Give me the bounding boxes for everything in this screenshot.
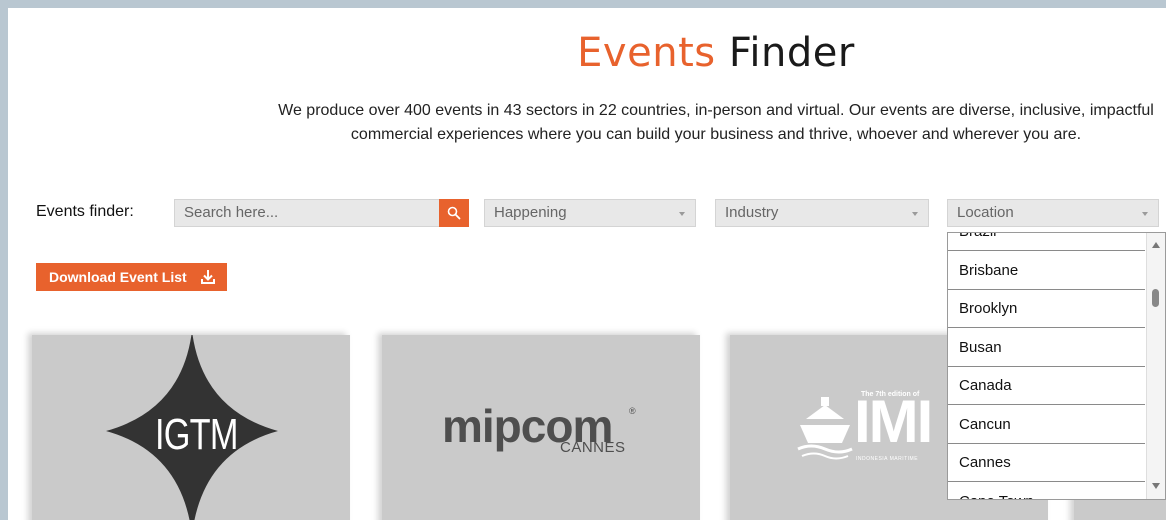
location-dropdown-list[interactable]: BrazilBrisbaneBrooklynBusanCanadaCancunC…: [947, 232, 1166, 500]
imi-logo-subtitle: INDONESIA MARITIME: [856, 456, 919, 462]
events-finder-label: Events finder:: [36, 203, 134, 220]
location-select-value: Location: [957, 204, 1014, 221]
intro-text: We produce over 400 events in 43 sectors…: [8, 99, 1166, 147]
location-option[interactable]: Cannes: [948, 444, 1145, 482]
chevron-down-icon: [1142, 212, 1148, 216]
event-card-mipcom[interactable]: mipcom ® CANNES: [382, 335, 700, 520]
chevron-down-icon: [912, 212, 918, 216]
event-card-igtm[interactable]: IGTM: [32, 335, 350, 520]
page-title-accent: Events: [577, 30, 716, 76]
search-button[interactable]: [439, 199, 469, 227]
download-button-label: Download Event List: [49, 269, 187, 285]
location-option[interactable]: Brisbane: [948, 252, 1145, 290]
location-option[interactable]: Busan: [948, 329, 1145, 367]
search-input[interactable]: Search here...: [174, 199, 440, 227]
mipcom-logo-subtitle: CANNES: [560, 439, 626, 456]
scroll-up-icon[interactable]: [1152, 242, 1160, 248]
download-icon: [201, 270, 215, 284]
industry-select[interactable]: Industry: [715, 199, 929, 227]
download-event-list-button[interactable]: Download Event List: [36, 263, 227, 291]
igtm-logo-text: IGTM: [155, 410, 238, 459]
scrollbar-thumb[interactable]: [1152, 289, 1159, 307]
industry-select-value: Industry: [725, 204, 779, 221]
happening-select[interactable]: Happening: [484, 199, 696, 227]
location-option[interactable]: Cancun: [948, 406, 1145, 444]
search-icon: [447, 206, 461, 220]
location-option[interactable]: Brazil: [948, 233, 1145, 251]
happening-select-value: Happening: [494, 204, 567, 221]
imi-logo-text: IMI: [854, 388, 933, 455]
mipcom-registered-mark: ®: [629, 406, 636, 416]
page-title-rest: Finder: [728, 30, 855, 76]
location-select[interactable]: Location: [947, 199, 1159, 227]
ship-icon: [797, 397, 853, 460]
page-title: Events Finder: [8, 30, 1166, 76]
intro-line-2: commercial experiences where you can bui…: [350, 126, 1082, 143]
location-option[interactable]: Brooklyn: [948, 290, 1145, 328]
dropdown-scrollbar[interactable]: [1146, 233, 1165, 499]
chevron-down-icon: [679, 212, 685, 216]
location-option[interactable]: Cape Town: [948, 483, 1145, 500]
page: Events Finder We produce over 400 events…: [8, 8, 1166, 520]
location-option[interactable]: Canada: [948, 367, 1145, 405]
intro-line-1: We produce over 400 events in 43 sectors…: [278, 102, 1154, 119]
scroll-down-icon[interactable]: [1152, 483, 1160, 489]
